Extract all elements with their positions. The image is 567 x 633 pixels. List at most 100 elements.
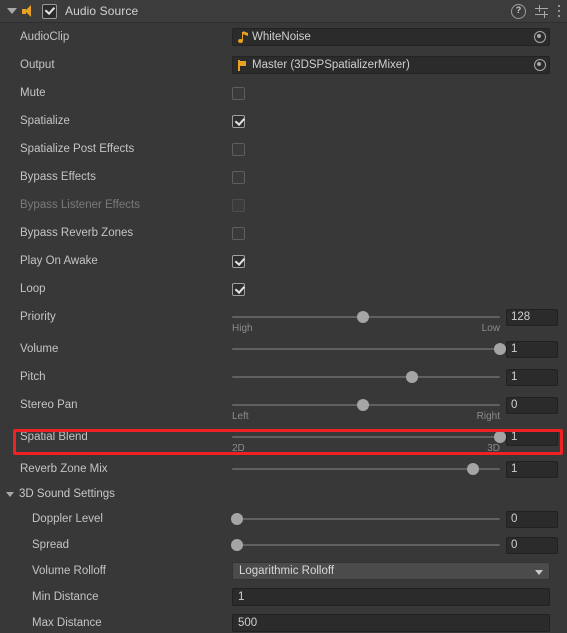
slider-thumb[interactable] bbox=[405, 371, 418, 383]
max-distance-field[interactable]: 500 bbox=[232, 614, 550, 632]
slider-reverb-zone-mix[interactable] bbox=[232, 460, 500, 478]
row-max-distance: Max Distance 500 bbox=[0, 613, 567, 633]
label-audioclip: AudioClip bbox=[20, 31, 70, 43]
section-3d-sound-settings[interactable]: 3D Sound Settings bbox=[0, 485, 567, 503]
output-object-field[interactable]: Master (3DSPSpatializerMixer) bbox=[232, 56, 550, 74]
label-volume-rolloff: Volume Rolloff bbox=[32, 565, 106, 577]
slider-thumb[interactable] bbox=[231, 513, 244, 525]
row-audioclip: AudioClip WhiteNoise bbox=[0, 27, 567, 47]
slider-pitch[interactable] bbox=[232, 368, 500, 386]
component-header[interactable]: Audio Source ? bbox=[0, 0, 567, 23]
label-spread: Spread bbox=[32, 539, 70, 551]
speaker-icon bbox=[22, 4, 36, 18]
checkbox-bypass-reverb-zones[interactable] bbox=[232, 226, 245, 240]
slider-thumb[interactable] bbox=[467, 463, 480, 475]
label-pitch: Pitch bbox=[20, 371, 46, 383]
row-output: Output Master (3DSPSpatializerMixer) bbox=[0, 55, 567, 75]
slider-doppler-level[interactable] bbox=[231, 510, 500, 528]
row-play-on-awake: Play On Awake bbox=[0, 251, 567, 271]
checkbox-loop[interactable] bbox=[232, 282, 245, 296]
label-output: Output bbox=[20, 59, 55, 71]
row-bypass-listener-effects: Bypass Listener Effects bbox=[0, 195, 567, 215]
row-spatial-blend: Spatial Blend 2D 3D 1 bbox=[0, 427, 567, 454]
preset-sliders-icon[interactable] bbox=[535, 4, 548, 18]
label-priority: Priority bbox=[20, 311, 56, 323]
audio-mixer-icon bbox=[238, 59, 247, 71]
row-pitch: Pitch 1 bbox=[0, 367, 567, 387]
slider-min-label: High bbox=[232, 323, 253, 334]
row-reverb-zone-mix: Reverb Zone Mix 1 bbox=[0, 459, 567, 479]
slider-track bbox=[232, 376, 500, 378]
triangle-down-icon[interactable] bbox=[7, 8, 17, 14]
audioclip-value: WhiteNoise bbox=[252, 31, 311, 43]
checkbox-spatialize-post-effects[interactable] bbox=[232, 142, 245, 156]
slider-stereo-pan[interactable]: Left Right bbox=[232, 396, 500, 422]
label-spatial-blend: Spatial Blend bbox=[20, 431, 88, 443]
row-spatialize: Spatialize bbox=[0, 111, 567, 131]
row-volume-rolloff: Volume Rolloff Logarithmic Rolloff bbox=[0, 561, 567, 581]
section-title: 3D Sound Settings bbox=[19, 488, 115, 500]
output-value: Master (3DSPSpatializerMixer) bbox=[252, 59, 410, 71]
label-min-distance: Min Distance bbox=[32, 591, 99, 603]
row-bypass-effects: Bypass Effects bbox=[0, 167, 567, 187]
checkbox-spatialize[interactable] bbox=[232, 114, 245, 128]
page-title: Audio Source bbox=[65, 4, 139, 18]
component-enabled-checkbox[interactable] bbox=[42, 3, 57, 19]
label-spatialize: Spatialize bbox=[20, 115, 70, 127]
three-dots-icon[interactable] bbox=[557, 4, 561, 18]
audio-source-inspector: Audio Source ? AudioClip WhiteNoise Outp… bbox=[0, 0, 567, 632]
slider-volume[interactable] bbox=[232, 340, 506, 358]
checkbox-mute[interactable] bbox=[232, 86, 245, 100]
priority-value-field[interactable]: 128 bbox=[506, 308, 558, 326]
slider-thumb[interactable] bbox=[231, 539, 244, 551]
audioclip-object-field[interactable]: WhiteNoise bbox=[232, 28, 550, 46]
stereo-pan-value-field[interactable]: 0 bbox=[506, 396, 558, 414]
slider-track bbox=[232, 468, 500, 470]
checkbox-bypass-listener-effects bbox=[232, 198, 245, 212]
pitch-value-field[interactable]: 1 bbox=[506, 368, 558, 386]
slider-spread[interactable] bbox=[231, 536, 500, 554]
label-volume: Volume bbox=[20, 343, 59, 355]
label-loop: Loop bbox=[20, 283, 46, 295]
min-distance-field[interactable]: 1 bbox=[232, 588, 550, 606]
inspector-body: AudioClip WhiteNoise Output Master (3DSP… bbox=[0, 23, 567, 633]
reverb-zone-mix-value-field[interactable]: 1 bbox=[506, 460, 558, 478]
slider-min-label: Left bbox=[232, 411, 249, 422]
help-icon[interactable]: ? bbox=[511, 3, 526, 19]
music-note-icon bbox=[238, 30, 248, 43]
row-volume: Volume 1 bbox=[0, 339, 567, 359]
slider-thumb[interactable] bbox=[494, 431, 506, 443]
label-mute: Mute bbox=[20, 87, 46, 99]
slider-track bbox=[232, 544, 500, 546]
label-bypass-effects: Bypass Effects bbox=[20, 171, 96, 183]
slider-spatial-blend[interactable]: 2D 3D bbox=[232, 428, 506, 454]
object-picker-icon[interactable] bbox=[534, 59, 546, 71]
volume-value-field[interactable]: 1 bbox=[506, 340, 558, 358]
slider-priority[interactable]: High Low bbox=[232, 308, 500, 334]
triangle-down-icon[interactable] bbox=[6, 491, 14, 497]
doppler-level-value-field[interactable]: 0 bbox=[506, 510, 558, 528]
slider-max-label: 3D bbox=[487, 443, 500, 454]
object-picker-icon[interactable] bbox=[534, 31, 546, 43]
slider-track bbox=[232, 436, 500, 438]
label-stereo-pan: Stereo Pan bbox=[20, 399, 78, 411]
chevron-down-icon[interactable] bbox=[535, 570, 543, 575]
volume-rolloff-dropdown[interactable]: Logarithmic Rolloff bbox=[232, 562, 550, 580]
label-doppler-level: Doppler Level bbox=[32, 513, 103, 525]
slider-thumb[interactable] bbox=[357, 311, 370, 323]
spread-value-field[interactable]: 0 bbox=[506, 536, 558, 554]
slider-thumb[interactable] bbox=[357, 399, 370, 411]
spatial-blend-value-field[interactable]: 1 bbox=[506, 428, 558, 446]
row-mute: Mute bbox=[0, 83, 567, 103]
slider-min-label: 2D bbox=[232, 443, 245, 454]
row-stereo-pan: Stereo Pan Left Right 0 bbox=[0, 395, 567, 422]
checkbox-play-on-awake[interactable] bbox=[232, 254, 245, 268]
row-spread: Spread 0 bbox=[0, 535, 567, 555]
checkbox-bypass-effects[interactable] bbox=[232, 170, 245, 184]
slider-max-label: Low bbox=[481, 323, 500, 334]
slider-thumb[interactable] bbox=[494, 343, 506, 355]
row-loop: Loop bbox=[0, 279, 567, 299]
slider-track bbox=[232, 518, 500, 520]
label-reverb-zone-mix: Reverb Zone Mix bbox=[20, 463, 108, 475]
row-bypass-reverb-zones: Bypass Reverb Zones bbox=[0, 223, 567, 243]
